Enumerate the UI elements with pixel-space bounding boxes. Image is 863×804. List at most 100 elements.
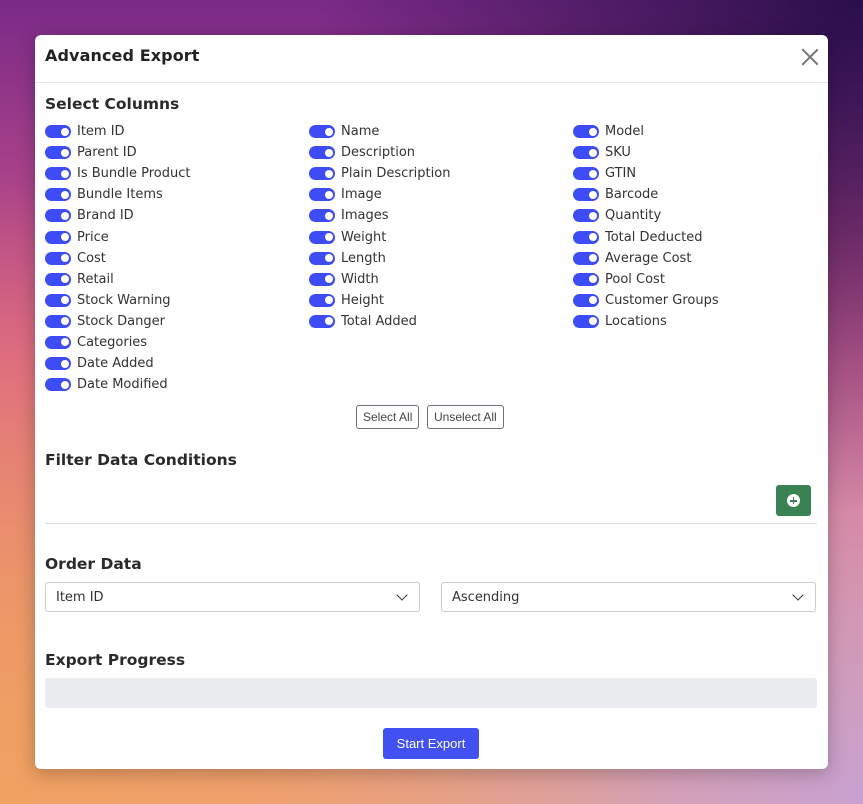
toggle-switch[interactable] <box>309 230 335 244</box>
column-option[interactable]: Height <box>309 290 573 311</box>
column-option[interactable]: Retail <box>45 269 309 290</box>
column-option[interactable]: Date Added <box>45 353 309 374</box>
toggle-switch[interactable] <box>309 293 335 307</box>
toggle-switch[interactable] <box>573 146 599 160</box>
toggle-switch[interactable] <box>45 272 71 286</box>
toggle-switch[interactable] <box>573 230 599 244</box>
toggle-switch[interactable] <box>309 146 335 160</box>
column-option[interactable]: Image <box>309 184 573 205</box>
column-option-label: Quantity <box>605 208 662 224</box>
column-option-label: Image <box>341 187 382 203</box>
toggle-switch[interactable] <box>45 230 71 244</box>
toggle-switch[interactable] <box>45 357 71 371</box>
toggle-switch[interactable] <box>45 251 71 265</box>
toggle-switch[interactable] <box>45 293 71 307</box>
column-option[interactable]: Model <box>573 121 817 142</box>
toggle-switch[interactable] <box>573 188 599 202</box>
column-option-label: Pool Cost <box>605 271 665 287</box>
column-option[interactable]: Plain Description <box>309 163 573 184</box>
column-option[interactable]: Stock Warning <box>45 290 309 311</box>
column-option-label: Weight <box>341 229 387 245</box>
column-option[interactable]: Is Bundle Product <box>45 163 309 184</box>
toggle-switch[interactable] <box>45 209 71 223</box>
column-option-label: Name <box>341 124 380 140</box>
toggle-switch[interactable] <box>309 167 335 181</box>
column-option-label: Date Added <box>77 356 154 372</box>
column-option-label: Width <box>341 271 379 287</box>
column-option[interactable]: Width <box>309 269 573 290</box>
toggle-switch[interactable] <box>573 209 599 223</box>
toggle-switch[interactable] <box>309 272 335 286</box>
order-heading: Order Data <box>45 555 142 573</box>
column-option-label: Categories <box>77 334 148 350</box>
toggle-switch[interactable] <box>573 314 599 328</box>
toggle-switch[interactable] <box>573 167 599 181</box>
column-option[interactable]: Description <box>309 142 573 163</box>
toggle-switch[interactable] <box>309 209 335 223</box>
column-option[interactable]: Item ID <box>45 121 309 142</box>
column-option-label: Bundle Items <box>77 187 163 203</box>
plus-circle-icon <box>787 494 800 507</box>
column-option-label: Description <box>341 145 416 161</box>
column-option[interactable]: Bundle Items <box>45 184 309 205</box>
toggle-switch[interactable] <box>309 125 335 139</box>
toggle-switch[interactable] <box>573 125 599 139</box>
modal-title: Advanced Export <box>45 46 200 65</box>
column-option[interactable]: Customer Groups <box>573 290 817 311</box>
column-option-label: Length <box>341 250 386 266</box>
column-option[interactable]: Weight <box>309 226 573 247</box>
column-option-label: Stock Danger <box>77 313 165 329</box>
toggle-switch[interactable] <box>573 272 599 286</box>
column-option[interactable]: Price <box>45 226 309 247</box>
unselect-all-button[interactable]: Unselect All <box>427 405 504 429</box>
column-option[interactable]: Cost <box>45 248 309 269</box>
order-direction-select[interactable]: Ascending <box>441 582 816 612</box>
column-option[interactable]: Images <box>309 205 573 226</box>
toggle-switch[interactable] <box>45 125 71 139</box>
column-option[interactable]: Barcode <box>573 184 817 205</box>
close-icon[interactable] <box>801 48 819 66</box>
toggle-switch[interactable] <box>45 167 71 181</box>
toggle-switch[interactable] <box>309 251 335 265</box>
column-option[interactable]: Average Cost <box>573 248 817 269</box>
order-field-select[interactable]: Item ID <box>45 582 420 612</box>
column-option[interactable]: Total Added <box>309 311 573 332</box>
column-option-label: Locations <box>605 313 667 329</box>
column-option[interactable]: Parent ID <box>45 142 309 163</box>
toggle-switch[interactable] <box>45 146 71 160</box>
toggle-switch[interactable] <box>45 314 71 328</box>
column-option-label: Plain Description <box>341 166 451 182</box>
column-option[interactable]: SKU <box>573 142 817 163</box>
column-option[interactable]: Quantity <box>573 205 817 226</box>
column-option-label: Barcode <box>605 187 659 203</box>
column-option[interactable]: Length <box>309 248 573 269</box>
toggle-switch[interactable] <box>309 314 335 328</box>
column-option[interactable]: Brand ID <box>45 205 309 226</box>
column-option[interactable]: GTIN <box>573 163 817 184</box>
toggle-switch[interactable] <box>573 251 599 265</box>
column-option[interactable]: Total Deducted <box>573 226 817 247</box>
column-option[interactable]: Date Modified <box>45 374 309 395</box>
chevron-down-icon <box>792 589 804 601</box>
select-all-button[interactable]: Select All <box>356 405 420 429</box>
column-option[interactable]: Name <box>309 121 573 142</box>
toggle-switch[interactable] <box>45 378 71 392</box>
column-option[interactable]: Locations <box>573 311 817 332</box>
add-condition-button[interactable] <box>776 485 811 516</box>
start-export-button[interactable]: Start Export <box>383 728 479 759</box>
toggle-switch[interactable] <box>45 188 71 202</box>
column-option-label: Item ID <box>77 124 125 140</box>
column-option-label: Brand ID <box>77 208 134 224</box>
column-option[interactable]: Categories <box>45 332 309 353</box>
column-option-label: Height <box>341 292 384 308</box>
select-columns-heading: Select Columns <box>45 95 180 113</box>
modal-header: Advanced Export <box>35 35 828 83</box>
column-option-label: Total Added <box>341 313 417 329</box>
column-option[interactable]: Pool Cost <box>573 269 817 290</box>
divider <box>45 523 817 524</box>
column-option[interactable]: Stock Danger <box>45 311 309 332</box>
column-option-label: Cost <box>77 250 106 266</box>
toggle-switch[interactable] <box>45 335 71 349</box>
toggle-switch[interactable] <box>309 188 335 202</box>
toggle-switch[interactable] <box>573 293 599 307</box>
